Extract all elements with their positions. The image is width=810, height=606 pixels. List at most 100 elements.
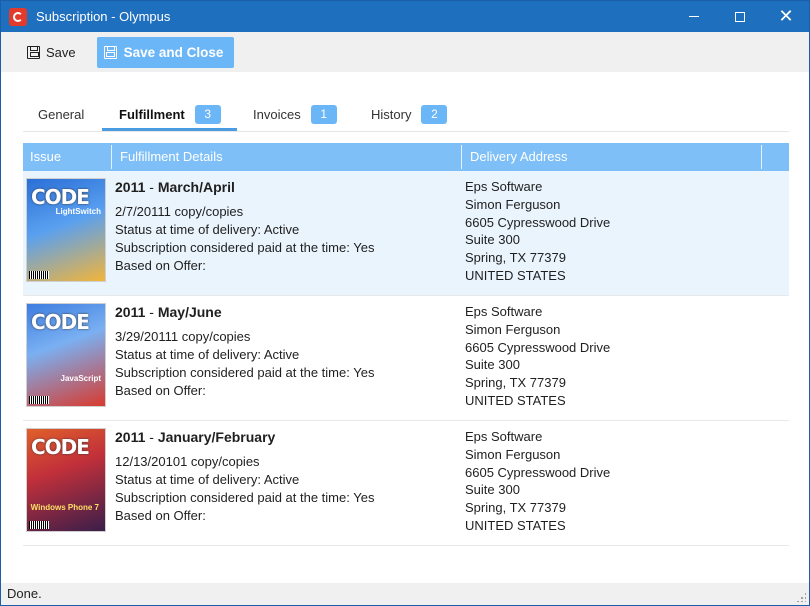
tab-history[interactable]: History 2 [371, 97, 448, 131]
address-line: 6605 Cypresswood Drive [465, 464, 611, 480]
issue-title: 2011 - January/February [115, 428, 374, 446]
cover-logo-text: CODE [31, 310, 90, 334]
cover-topic-text: Windows Phone 7 [30, 503, 99, 512]
cover-topic-text: LightSwitch [55, 207, 101, 216]
column-divider[interactable] [111, 145, 112, 169]
ship-date-copies: 3/29/20111 copy/copies [115, 329, 251, 344]
issue-cover-image: CODE JavaScript [26, 303, 106, 407]
window-controls: ✕ [671, 1, 809, 32]
olympus-logo-icon [9, 7, 27, 26]
issue-cover-image: CODE LightSwitch [26, 178, 106, 282]
floppy-disk-icon [27, 45, 40, 59]
grid-header: Issue Fulfillment Details Delivery Addre… [23, 143, 789, 171]
column-header-fulfillment-details[interactable]: Fulfillment Details [113, 143, 461, 171]
address-line: UNITED STATES [465, 517, 566, 533]
resize-grip-icon[interactable] [796, 592, 806, 602]
address-line: Suite 300 [465, 482, 520, 498]
subscription-window: Subscription - Olympus ✕ Save Save and C… [0, 0, 810, 606]
paid-status: Subscription considered paid at the time… [115, 490, 375, 505]
offer-label: Based on Offer: [115, 508, 206, 523]
address-line: Eps Software [465, 429, 543, 444]
cover-logo-text: CODE [31, 435, 90, 459]
address-line: Suite 300 [465, 232, 520, 248]
maximize-icon [735, 11, 745, 22]
column-header-delivery-address[interactable]: Delivery Address [463, 143, 761, 171]
address-line: Eps Software [465, 179, 543, 194]
address-line: Suite 300 [465, 357, 520, 373]
address-line: Simon Ferguson [465, 321, 561, 337]
save-button[interactable]: Save [27, 37, 76, 67]
maximize-button[interactable] [717, 1, 763, 32]
tab-count-badge: 3 [194, 104, 221, 124]
delivery-address: Eps Software Simon Ferguson 6605 Cypress… [465, 303, 610, 410]
address-line: Simon Ferguson [465, 196, 561, 212]
barcode-icon [29, 521, 49, 529]
offer-label: Based on Offer: [115, 383, 206, 398]
address-line: 6605 Cypresswood Drive [465, 214, 611, 230]
tab-strip: General Fulfillment 3 Invoices 1 History… [23, 97, 789, 132]
issue-title: 2011 - May/June [115, 303, 374, 321]
save-and-close-label: Save and Close [123, 44, 224, 60]
ship-date-copies: 2/7/20111 copy/copies [115, 204, 244, 219]
address-line: Spring, TX 77379 [465, 375, 566, 391]
tab-count-badge: 1 [310, 104, 337, 124]
close-button[interactable]: ✕ [763, 1, 809, 32]
column-divider[interactable] [761, 145, 762, 169]
table-row[interactable]: CODE JavaScript 2011 - May/June 3/29/201… [23, 296, 789, 421]
address-line: Spring, TX 77379 [465, 250, 566, 266]
tab-invoices[interactable]: Invoices 1 [253, 97, 337, 131]
cover-logo-text: CODE [31, 185, 90, 209]
address-line: UNITED STATES [465, 392, 566, 408]
column-header-issue[interactable]: Issue [23, 143, 111, 171]
delivery-address: Eps Software Simon Ferguson 6605 Cypress… [465, 428, 610, 535]
toolbar: Save Save and Close [1, 32, 809, 72]
delivery-status: Status at time of delivery: Active [115, 347, 300, 362]
window-title: Subscription - Olympus [36, 9, 171, 24]
issue-name: January/February [157, 429, 276, 445]
floppy-disk-icon [103, 45, 117, 59]
tab-fulfillment[interactable]: Fulfillment 3 [119, 97, 221, 131]
active-tab-indicator [102, 128, 237, 131]
tab-general[interactable]: General [38, 97, 84, 131]
minimize-button[interactable] [671, 1, 717, 32]
tab-label: General [38, 106, 85, 122]
tab-label: Fulfillment [119, 106, 185, 122]
minimize-icon [689, 16, 699, 17]
paid-status: Subscription considered paid at the time… [115, 240, 375, 255]
delivery-status: Status at time of delivery: Active [115, 222, 300, 237]
tab-label: Invoices [253, 106, 301, 122]
issue-title: 2011 - March/April [115, 178, 374, 196]
table-row[interactable]: CODE LightSwitch 2011 - March/April 2/7/… [23, 171, 789, 296]
delivery-status: Status at time of delivery: Active [115, 472, 300, 487]
delivery-address: Eps Software Simon Ferguson 6605 Cypress… [465, 178, 610, 285]
ship-date-copies: 12/13/20101 copy/copies [115, 454, 260, 469]
issue-cover-image: CODE Windows Phone 7 [26, 428, 106, 532]
paid-status: Subscription considered paid at the time… [115, 365, 375, 380]
address-line: Simon Ferguson [465, 446, 561, 462]
address-line: Spring, TX 77379 [465, 500, 566, 516]
issue-name: March/April [157, 179, 235, 195]
address-line: 6605 Cypresswood Drive [465, 339, 611, 355]
save-button-label: Save [46, 44, 76, 60]
issue-year: 2011 [115, 304, 146, 320]
issue-year: 2011 [115, 179, 146, 195]
save-and-close-button[interactable]: Save and Close [96, 36, 235, 68]
tab-count-badge: 2 [421, 104, 448, 124]
issue-separator: - [149, 304, 154, 320]
fulfillment-details: 2011 - March/April 2/7/20111 copy/copies… [115, 178, 374, 275]
fulfillment-details: 2011 - May/June 3/29/20111 copy/copies S… [115, 303, 374, 400]
address-line: UNITED STATES [465, 267, 566, 283]
barcode-icon [29, 271, 49, 279]
tab-label: History [371, 106, 412, 122]
table-row[interactable]: CODE Windows Phone 7 2011 - January/Febr… [23, 421, 789, 546]
issue-separator: - [149, 429, 154, 445]
close-icon: ✕ [778, 5, 794, 27]
title-bar: Subscription - Olympus ✕ [1, 1, 809, 32]
offer-label: Based on Offer: [115, 258, 206, 273]
column-divider[interactable] [461, 145, 462, 169]
issue-name: May/June [157, 304, 222, 320]
fulfillment-details: 2011 - January/February 12/13/20101 copy… [115, 428, 374, 525]
address-line: Eps Software [465, 304, 543, 319]
status-text: Done. [7, 586, 42, 601]
status-bar: Done. [1, 583, 809, 605]
